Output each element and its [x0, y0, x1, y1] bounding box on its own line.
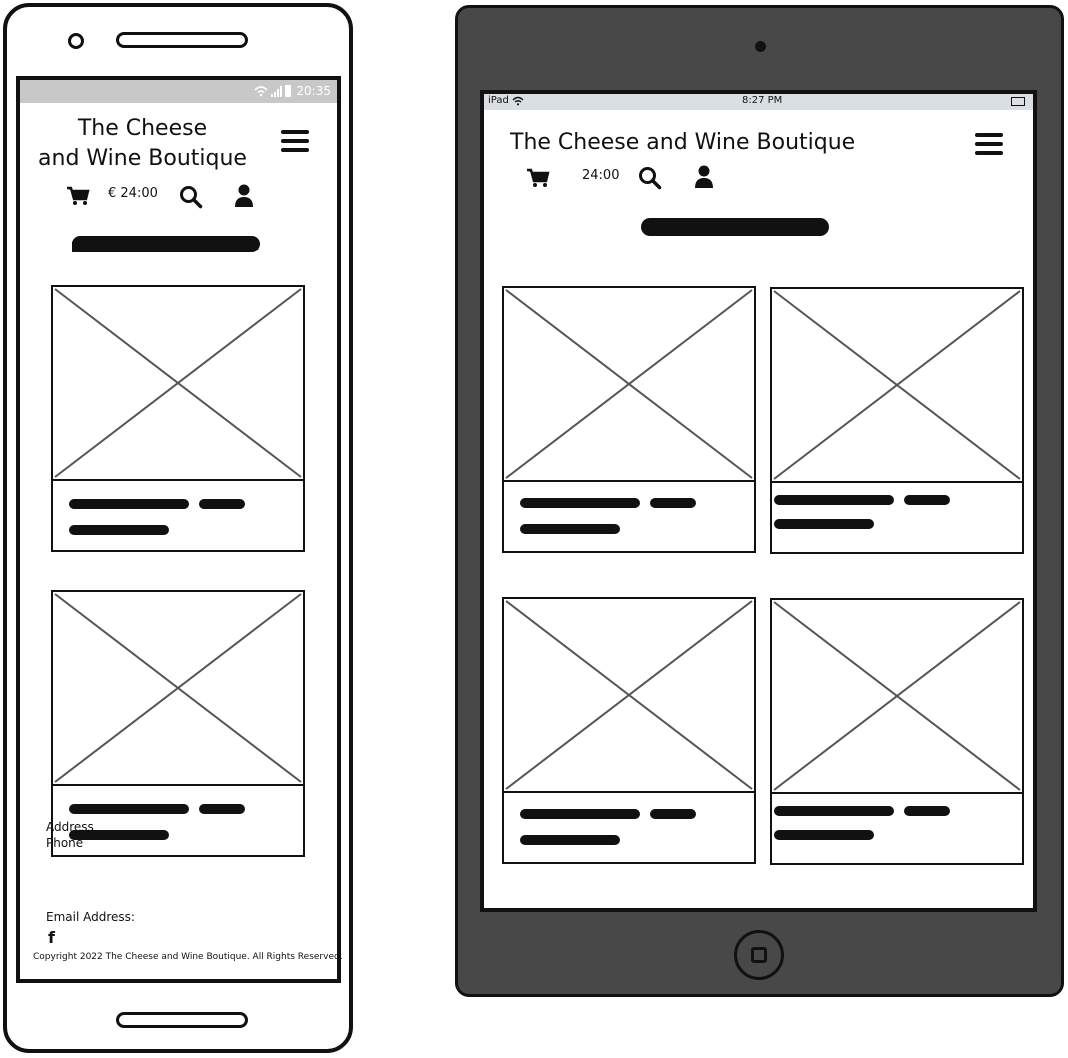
- phone-site-title[interactable]: The Cheese and Wine Boutique: [30, 114, 255, 174]
- product-image-placeholder: [772, 289, 1022, 483]
- search-icon[interactable]: [179, 185, 203, 213]
- tablet-status-bar: iPad 8:27 PM: [484, 94, 1033, 110]
- product-card[interactable]: [51, 590, 305, 857]
- product-image-placeholder: [504, 288, 754, 482]
- site-title-line-2: and Wine Boutique: [38, 146, 247, 171]
- product-card[interactable]: [51, 285, 305, 552]
- site-title-line-1: The Cheese: [77, 116, 208, 141]
- wifi-icon: [512, 96, 524, 109]
- cart-icon[interactable]: [526, 168, 550, 192]
- facebook-icon[interactable]: f: [48, 928, 55, 947]
- phone-status-bar: 20:35: [20, 80, 337, 103]
- phone-home-bar: [116, 1012, 248, 1028]
- page-heading-scribble: [637, 212, 833, 246]
- tablet-home-button[interactable]: [734, 930, 784, 980]
- footer-copyright: Copyright 2022 The Cheese and Wine Bouti…: [33, 952, 343, 962]
- phone-signal-icons: [253, 84, 293, 101]
- tablet-camera: [755, 41, 766, 52]
- footer-email-label: Email Address:: [46, 910, 135, 924]
- footer-phone-label: Phone: [46, 836, 84, 850]
- tablet-status-time: 8:27 PM: [742, 95, 783, 106]
- product-card[interactable]: [502, 286, 756, 553]
- product-image-placeholder: [53, 592, 303, 786]
- search-icon[interactable]: [638, 166, 662, 194]
- phone-camera: [68, 33, 84, 49]
- product-card[interactable]: [770, 287, 1024, 554]
- cart-icon[interactable]: [66, 186, 90, 210]
- tablet-status-device: iPad: [488, 95, 509, 106]
- page-heading-scribble: [68, 228, 264, 262]
- battery-icon: [1011, 97, 1025, 106]
- phone-status-time: 20:35: [296, 84, 331, 98]
- product-card[interactable]: [770, 598, 1024, 865]
- basket-total[interactable]: 24:00: [582, 168, 619, 183]
- user-icon[interactable]: [234, 184, 254, 212]
- basket-total[interactable]: € 24:00: [108, 186, 158, 201]
- user-icon[interactable]: [694, 165, 714, 193]
- product-card[interactable]: [502, 597, 756, 864]
- product-image-placeholder: [53, 287, 303, 481]
- product-image-placeholder: [504, 599, 754, 793]
- hamburger-menu-icon[interactable]: [975, 133, 1003, 160]
- phone-speaker: [116, 32, 248, 48]
- footer-address-label: Address: [46, 820, 94, 834]
- product-image-placeholder: [772, 600, 1022, 794]
- tablet-site-title[interactable]: The Cheese and Wine Boutique: [510, 128, 880, 158]
- hamburger-menu-icon[interactable]: [281, 130, 309, 157]
